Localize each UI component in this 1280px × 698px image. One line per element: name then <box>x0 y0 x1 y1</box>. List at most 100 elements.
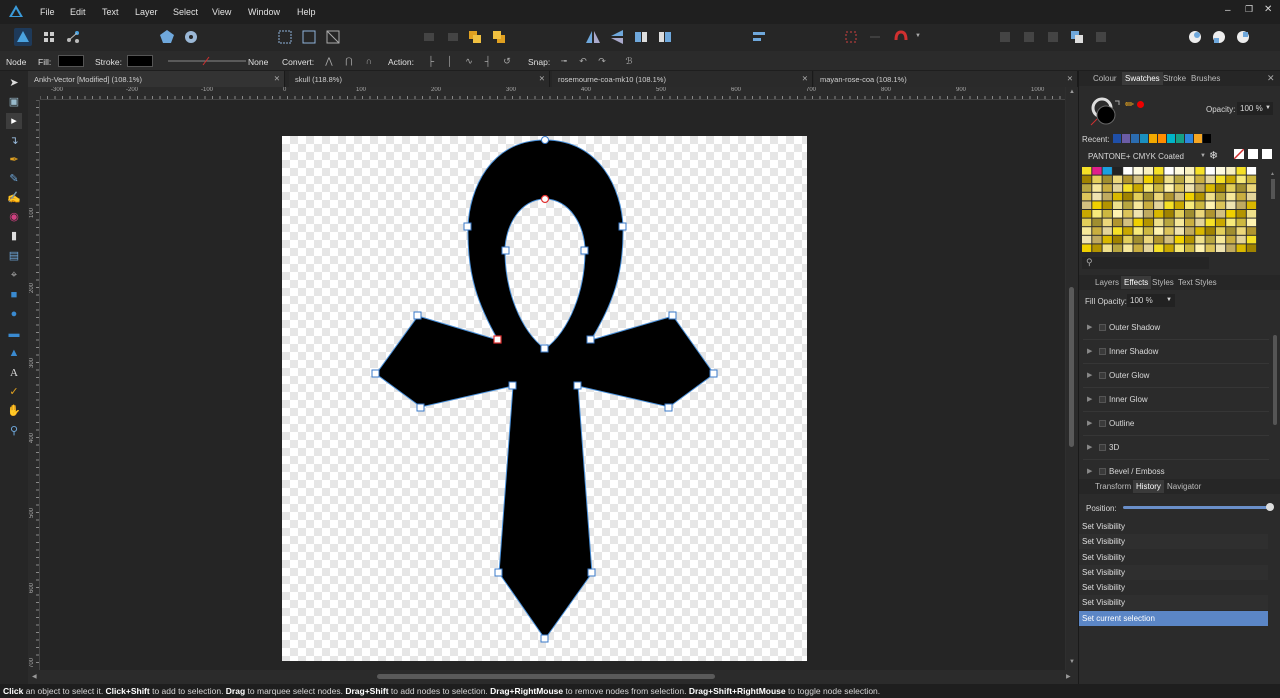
snapping-disabled-icon[interactable] <box>866 28 884 46</box>
recent-color-swatch[interactable] <box>1131 134 1139 143</box>
flip-vertical-icon[interactable] <box>608 28 626 46</box>
pixel-persona-icon[interactable] <box>40 28 58 46</box>
view-mode-retina-icon[interactable] <box>300 28 318 46</box>
corner-tool-icon[interactable]: ↴ <box>6 133 22 149</box>
boolean-divide-icon[interactable] <box>1092 28 1110 46</box>
recent-color-swatch[interactable] <box>1113 134 1121 143</box>
horizontal-ruler[interactable]: -300 -200 -100 0 100 200 300 400 500 600… <box>40 87 1065 100</box>
horizontal-scrollbar[interactable]: ◀ ▶ <box>28 670 1078 684</box>
tab-text-styles[interactable]: Text Styles <box>1178 278 1217 287</box>
boolean-xor-icon[interactable] <box>1068 28 1086 46</box>
snapping-dropdown-icon[interactable]: ▼ <box>915 33 921 39</box>
align-icon[interactable] <box>750 28 768 46</box>
scroll-left-icon[interactable]: ◀ <box>32 673 37 680</box>
tab-layers[interactable]: Layers <box>1095 278 1119 287</box>
menu-view[interactable]: View <box>212 7 231 17</box>
palette-dropdown-icon[interactable]: ▼ <box>1200 153 1206 159</box>
node-tool-icon[interactable]: ▸ <box>6 113 22 129</box>
insert-inside-icon[interactable] <box>1186 28 1204 46</box>
history-item[interactable]: Set Visibility <box>1079 580 1268 595</box>
recent-color-swatch[interactable] <box>1203 134 1211 143</box>
tab-styles[interactable]: Styles <box>1152 278 1174 287</box>
redo-disabled-icon[interactable] <box>444 28 462 46</box>
opacity-field[interactable]: 100 % ▼ <box>1237 102 1273 115</box>
effect-outline[interactable]: ▶ Outline <box>1083 412 1269 436</box>
recent-color-swatch[interactable] <box>1140 134 1148 143</box>
snap-tangent-icon[interactable]: ↷ <box>595 54 609 68</box>
rotate-left-icon[interactable] <box>632 28 650 46</box>
menu-edit[interactable]: Edit <box>70 7 86 17</box>
history-item[interactable]: Set Visibility <box>1079 595 1268 610</box>
affinity-designer-logo[interactable] <box>8 4 24 18</box>
scroll-down-icon[interactable]: ▼ <box>1069 659 1075 665</box>
effect-inner-glow[interactable]: ▶ Inner Glow <box>1083 388 1269 412</box>
effects-scroll-thumb[interactable] <box>1273 335 1277 425</box>
tab-mayan-rose[interactable]: mayan-rose-coa (108.1%) ✕ <box>814 71 1078 87</box>
close-tab-icon[interactable]: ✕ <box>1067 74 1073 83</box>
ankh-shape-layer[interactable] <box>40 100 1065 670</box>
menu-window[interactable]: Window <box>248 7 280 17</box>
swatch-scrollbar[interactable]: ▲ <box>1270 167 1276 249</box>
history-item-current[interactable]: Set current selection <box>1079 611 1268 626</box>
palette-name[interactable]: PANTONE+ CMYK Coated <box>1088 152 1184 161</box>
history-position-slider[interactable] <box>1123 506 1270 509</box>
ellipse-tool-icon[interactable]: ● <box>6 306 22 322</box>
brush-tool-icon[interactable]: ✍ <box>6 190 22 206</box>
zoom-tool-icon[interactable]: ⚲ <box>6 423 22 439</box>
white-swatch[interactable] <box>1248 149 1258 159</box>
history-slider-handle[interactable] <box>1266 503 1274 511</box>
triangle-tool-icon[interactable]: ▲ <box>6 345 22 361</box>
designer-persona-icon[interactable] <box>14 28 32 46</box>
convert-smart-icon[interactable]: ∩ <box>362 54 376 68</box>
recent-color-swatch[interactable] <box>1158 134 1166 143</box>
canvas-area[interactable] <box>40 100 1065 670</box>
close-tab-icon[interactable]: ✕ <box>274 74 280 83</box>
vertical-scroll-thumb[interactable] <box>1069 287 1074 447</box>
vertical-ruler[interactable]: 100 200 300 400 500 600 700 <box>28 100 40 670</box>
effect-3d[interactable]: ▶ 3D <box>1083 436 1269 460</box>
effect-bevel-emboss[interactable]: ▶ Bevel / Emboss <box>1083 460 1269 477</box>
menu-layer[interactable]: Layer <box>135 7 158 17</box>
swatch-search-input[interactable]: ⚲ <box>1082 257 1209 269</box>
view-mode-outline-icon[interactable] <box>324 28 342 46</box>
effect-outer-shadow[interactable]: ▶ Outer Shadow <box>1083 316 1269 340</box>
restore-icon[interactable]: ❐ <box>1245 4 1253 15</box>
tab-brushes[interactable]: Brushes <box>1191 74 1220 83</box>
snapping-grid-icon[interactable] <box>842 28 860 46</box>
scroll-up-icon[interactable]: ▲ <box>1270 171 1275 177</box>
flip-horizontal-icon[interactable] <box>584 28 602 46</box>
effect-inner-shadow[interactable]: ▶ Inner Shadow <box>1083 340 1269 364</box>
recent-colors[interactable] <box>1113 134 1213 144</box>
stroke-width-slider[interactable] <box>168 55 246 67</box>
close-tab-icon[interactable]: ✕ <box>802 74 808 83</box>
effect-outer-glow[interactable]: ▶ Outer Glow <box>1083 364 1269 388</box>
insert-behind-icon[interactable] <box>1210 28 1228 46</box>
history-item[interactable]: Set Visibility <box>1079 550 1268 565</box>
palette-menu-icon[interactable]: ❄ <box>1209 149 1218 162</box>
insert-top-icon[interactable] <box>1234 28 1252 46</box>
fill-stroke-selector[interactable] <box>1089 97 1129 127</box>
tab-ankh-vector[interactable]: Ankh-Vector [Modified] (108.1%) ✕ <box>28 71 285 87</box>
place-image-tool-icon[interactable]: ▤ <box>6 248 22 264</box>
join-curves-icon[interactable]: ┤ <box>481 54 495 68</box>
swatch-grid[interactable] <box>1082 167 1258 254</box>
reverse-curve-icon[interactable]: ↺ <box>500 54 514 68</box>
transparency-tool-icon[interactable]: ▮ <box>6 228 22 244</box>
rotate-right-icon[interactable] <box>656 28 674 46</box>
vertical-scrollbar[interactable]: ▲ ▼ <box>1066 87 1078 670</box>
crop-tool-icon[interactable]: ⌖ <box>6 267 22 283</box>
export-persona-icon[interactable] <box>64 28 82 46</box>
recent-color-swatch[interactable] <box>1167 134 1175 143</box>
fill-opacity-field[interactable]: 100 % ▼ <box>1127 294 1175 307</box>
pen-tool-icon[interactable]: ✒ <box>6 152 22 168</box>
horizontal-scroll-thumb[interactable] <box>377 674 715 679</box>
tab-swatches[interactable]: Swatches <box>1122 72 1163 85</box>
scroll-right-icon[interactable]: ▶ <box>1066 673 1071 680</box>
break-curve-icon[interactable]: ├ <box>424 54 438 68</box>
scroll-up-icon[interactable]: ▲ <box>1069 89 1075 95</box>
tab-history[interactable]: History <box>1133 480 1164 493</box>
eyedropper-icon[interactable]: ✏ <box>1125 98 1134 111</box>
menu-file[interactable]: File <box>40 7 55 17</box>
history-item[interactable]: Set Visibility <box>1079 519 1268 534</box>
minimize-icon[interactable]: – <box>1225 5 1231 16</box>
